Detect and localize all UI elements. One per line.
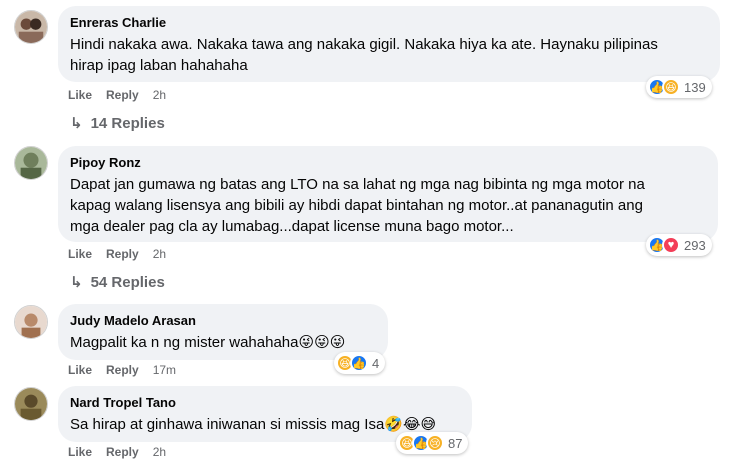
- reply-arrow-icon: ↳: [70, 115, 83, 132]
- reply-button[interactable]: Reply: [106, 445, 139, 459]
- reply-arrow-icon: ↳: [70, 274, 83, 291]
- like-button[interactable]: Like: [68, 247, 92, 261]
- avatar[interactable]: [14, 305, 48, 339]
- sad-icon: 😢: [426, 434, 444, 452]
- reaction-summary[interactable]: 👍 ♥ 293: [646, 234, 712, 256]
- avatar[interactable]: [14, 10, 48, 44]
- comment-text: Dapat jan gumawa ng batas ang LTO na sa …: [70, 176, 645, 235]
- comment-author[interactable]: Judy Madelo Arasan: [70, 312, 376, 329]
- reaction-summary[interactable]: 👍 😆 139: [646, 76, 712, 98]
- comment-text: Hindi nakaka awa. Nakaka tawa ang nakaka…: [70, 36, 658, 74]
- like-button[interactable]: Like: [68, 88, 92, 102]
- reply-button[interactable]: Reply: [106, 363, 139, 377]
- heart-icon: ♥: [662, 236, 680, 254]
- like-button[interactable]: Like: [68, 363, 92, 377]
- comment-bubble: Pipoy Ronz Dapat jan gumawa ng batas ang…: [58, 146, 718, 242]
- reaction-count: 293: [684, 237, 706, 253]
- replies-count[interactable]: 14 Replies: [91, 115, 165, 132]
- comment-actions: Like Reply 17m: [68, 363, 176, 377]
- comment-actions: Like Reply 2h: [68, 247, 166, 261]
- like-icon: 👍: [350, 354, 368, 372]
- comment-text: Magpalit ka n ng mister wahahaha😜😜😜: [70, 334, 346, 351]
- comment-actions: Like Reply 2h: [68, 445, 166, 459]
- comment-text: Sa hirap at ginhawa iniwanan si missis m…: [70, 416, 437, 433]
- reaction-count: 139: [684, 79, 706, 95]
- reaction-count: 87: [448, 435, 463, 451]
- reaction-summary[interactable]: 😆 👍 😢 87: [396, 432, 469, 454]
- comment-author[interactable]: Pipoy Ronz: [70, 154, 706, 171]
- comment-bubble: Judy Madelo Arasan Magpalit ka n ng mist…: [58, 304, 388, 360]
- avatar[interactable]: [14, 387, 48, 421]
- avatar[interactable]: [14, 146, 48, 180]
- haha-icon: 😆: [662, 78, 680, 96]
- like-button[interactable]: Like: [68, 445, 92, 459]
- comment-actions: Like Reply 2h: [68, 88, 166, 102]
- view-replies-button[interactable]: ↳ 54 Replies: [70, 273, 165, 292]
- comment-time[interactable]: 2h: [153, 445, 166, 459]
- comment-author[interactable]: Nard Tropel Tano: [70, 394, 460, 411]
- reply-button[interactable]: Reply: [106, 247, 139, 261]
- comment-time[interactable]: 2h: [153, 88, 166, 102]
- reaction-count: 4: [372, 355, 380, 371]
- replies-count[interactable]: 54 Replies: [91, 274, 165, 291]
- reply-button[interactable]: Reply: [106, 88, 139, 102]
- comment-author[interactable]: Enreras Charlie: [70, 14, 708, 31]
- view-replies-button[interactable]: ↳ 14 Replies: [70, 114, 165, 133]
- reaction-summary[interactable]: 😆 👍 4: [334, 352, 386, 374]
- comment-bubble: Enreras Charlie Hindi nakaka awa. Nakaka…: [58, 6, 720, 82]
- comment-time[interactable]: 2h: [153, 247, 166, 261]
- comment-time[interactable]: 17m: [153, 363, 176, 377]
